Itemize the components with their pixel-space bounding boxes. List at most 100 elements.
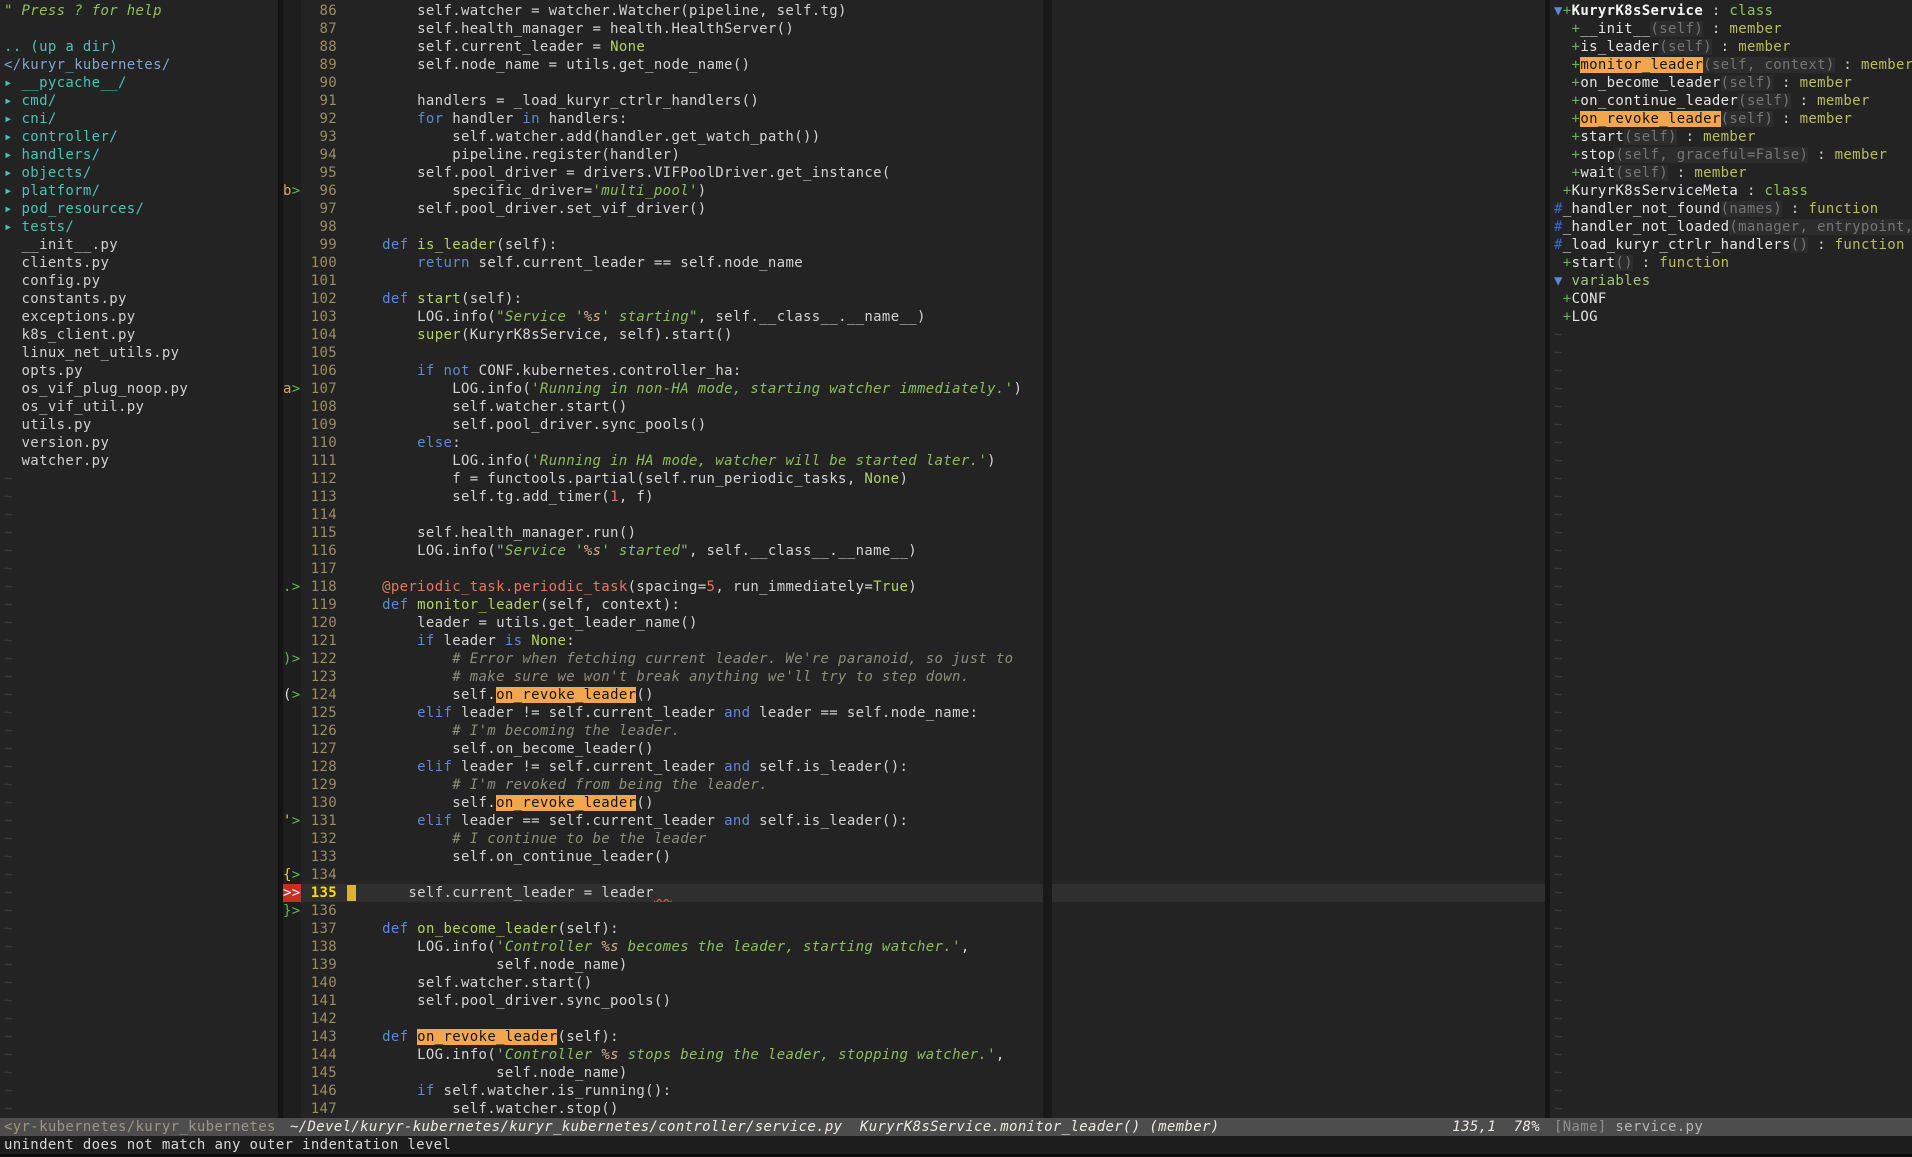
code-line[interactable]: 87 self.health_manager = health.HealthSe…	[283, 20, 1545, 38]
tag-item[interactable]: +on_continue_leader(self) : member	[1554, 92, 1912, 110]
tag-item[interactable]: #_handler_not_loaded(manager, entrypoint…	[1554, 218, 1912, 236]
code-line[interactable]: 146 if self.watcher.is_running():	[283, 1082, 1545, 1100]
code-line[interactable]: 141 self.pool_driver.sync_pools()	[283, 992, 1545, 1010]
code-line[interactable]: 111 LOG.info('Running in HA mode, watche…	[283, 452, 1545, 470]
code-line[interactable]: 123 # make sure we won't break anything …	[283, 668, 1545, 686]
code-line[interactable]: 114	[283, 506, 1545, 524]
code-line[interactable]: a>107 LOG.info('Running in non-HA mode, …	[283, 380, 1545, 398]
tag-item[interactable]: +wait(self) : member	[1554, 164, 1912, 182]
code-line[interactable]: 98	[283, 218, 1545, 236]
code-line[interactable]: 106 if not CONF.kubernetes.controller_ha…	[283, 362, 1545, 380]
code-line[interactable]: 101	[283, 272, 1545, 290]
code-line[interactable]: 102 def start(self):	[283, 290, 1545, 308]
tag-item[interactable]: +on_become_leader(self) : member	[1554, 74, 1912, 92]
tag-item[interactable]: #_load_kuryr_ctrlr_handlers() : function	[1554, 236, 1912, 254]
code-line[interactable]: 116 LOG.info("Service '%s' started", sel…	[283, 542, 1545, 560]
code-line[interactable]: 140 self.watcher.start()	[283, 974, 1545, 992]
tagbar-panel[interactable]: ▼+KuryrK8sService : class +__init__(self…	[1550, 0, 1912, 1118]
code-line[interactable]: 93 self.watcher.add(handler.get_watch_pa…	[283, 128, 1545, 146]
code-line[interactable]: 108 self.watcher.start()	[283, 398, 1545, 416]
tree-item[interactable]: ▸ __pycache__/	[4, 74, 274, 92]
tree-item[interactable]: ▸ tests/	[4, 218, 274, 236]
code-line[interactable]: 112 f = functools.partial(self.run_perio…	[283, 470, 1545, 488]
tree-item[interactable]: ▸ pod_resources/	[4, 200, 274, 218]
code-line[interactable]: 139 self.node_name)	[283, 956, 1545, 974]
tag-item[interactable]: +CONF	[1554, 290, 1912, 308]
tag-item[interactable]: +start(self) : member	[1554, 128, 1912, 146]
tree-item[interactable]: ▸ objects/	[4, 164, 274, 182]
tree-item[interactable]: constants.py	[4, 290, 274, 308]
tree-item[interactable]: os_vif_plug_noop.py	[4, 380, 274, 398]
code-window[interactable]: 86 self.watcher = watcher.Watcher(pipeli…	[283, 0, 1545, 1118]
code-line[interactable]: {>134	[283, 866, 1545, 884]
tag-item[interactable]: +KuryrK8sServiceMeta : class	[1554, 182, 1912, 200]
code-line[interactable]: 144 LOG.info('Controller %s stops being …	[283, 1046, 1545, 1064]
tree-item[interactable]: linux_net_utils.py	[4, 344, 274, 362]
code-line[interactable]: 119 def monitor_leader(self, context):	[283, 596, 1545, 614]
code-line[interactable]: 92 for handler in handlers:	[283, 110, 1545, 128]
tag-item[interactable]: +LOG	[1554, 308, 1912, 326]
tree-item[interactable]: ▸ controller/	[4, 128, 274, 146]
code-line[interactable]: 90	[283, 74, 1545, 92]
code-line[interactable]: 121 if leader is None:	[283, 632, 1545, 650]
code-line[interactable]: 128 elif leader != self.current_leader a…	[283, 758, 1545, 776]
code-line[interactable]: 125 elif leader != self.current_leader a…	[283, 704, 1545, 722]
code-line[interactable]: 129 # I'm revoked from being the leader.	[283, 776, 1545, 794]
code-line[interactable]: 138 LOG.info('Controller %s becomes the …	[283, 938, 1545, 956]
code-line[interactable]: 127 self.on_become_leader()	[283, 740, 1545, 758]
tree-item[interactable]: k8s_client.py	[4, 326, 274, 344]
tree-item[interactable]: " Press ? for help	[4, 2, 274, 20]
tree-item[interactable]: ▸ cni/	[4, 110, 274, 128]
code-line[interactable]: 91 handlers = _load_kuryr_ctrlr_handlers…	[283, 92, 1545, 110]
code-line[interactable]: (>124 self.on_revoke_leader()	[283, 686, 1545, 704]
code-line[interactable]: 88 self.current_leader = None	[283, 38, 1545, 56]
tag-item[interactable]: +monitor_leader(self, context) : member	[1554, 56, 1912, 74]
tree-item[interactable]: ▸ cmd/	[4, 92, 274, 110]
tag-item[interactable]: ▼ variables	[1554, 272, 1912, 290]
tree-item[interactable]: exceptions.py	[4, 308, 274, 326]
tree-item[interactable]: </kuryr_kubernetes/	[4, 56, 274, 74]
tag-item[interactable]: +start() : function	[1554, 254, 1912, 272]
code-line[interactable]: 89 self.node_name = utils.get_node_name(…	[283, 56, 1545, 74]
code-line[interactable]: '>131 elif leader == self.current_leader…	[283, 812, 1545, 830]
tree-item[interactable]: version.py	[4, 434, 274, 452]
code-line[interactable]: 94 pipeline.register(handler)	[283, 146, 1545, 164]
code-line[interactable]: 143 def on_revoke_leader(self):	[283, 1028, 1545, 1046]
tag-item[interactable]: +stop(self, graceful=False) : member	[1554, 146, 1912, 164]
tag-item[interactable]: +on_revoke_leader(self) : member	[1554, 110, 1912, 128]
code-line[interactable]: }>136	[283, 902, 1545, 920]
code-line[interactable]: 105	[283, 344, 1545, 362]
code-line[interactable]: 120 leader = utils.get_leader_name()	[283, 614, 1545, 632]
tree-item[interactable]: watcher.py	[4, 452, 274, 470]
tag-item[interactable]: #_handler_not_found(names) : function	[1554, 200, 1912, 218]
code-line[interactable]: 86 self.watcher = watcher.Watcher(pipeli…	[283, 2, 1545, 20]
code-line[interactable]: 117	[283, 560, 1545, 578]
tree-item[interactable]: ▸ handlers/	[4, 146, 274, 164]
code-line[interactable]: 109 self.pool_driver.sync_pools()	[283, 416, 1545, 434]
tag-item[interactable]: +__init__(self) : member	[1554, 20, 1912, 38]
tree-item[interactable]: ▸ platform/	[4, 182, 274, 200]
code-line[interactable]: 103 LOG.info("Service '%s' starting", se…	[283, 308, 1545, 326]
tree-item[interactable]: utils.py	[4, 416, 274, 434]
code-line[interactable]: 147 self.watcher.stop()	[283, 1100, 1545, 1118]
nerdtree-panel[interactable]: " Press ? for help.. (up a dir)</kuryr_k…	[0, 0, 278, 1118]
tree-item[interactable]: opts.py	[4, 362, 274, 380]
code-line[interactable]: 142	[283, 1010, 1545, 1028]
code-line[interactable]: 95 self.pool_driver = drivers.VIFPoolDri…	[283, 164, 1545, 182]
tag-item[interactable]: +is_leader(self) : member	[1554, 38, 1912, 56]
code-line[interactable]: .>118 @periodic_task.periodic_task(spaci…	[283, 578, 1545, 596]
code-line[interactable]: )>122 # Error when fetching current lead…	[283, 650, 1545, 668]
code-line[interactable]: 133 self.on_continue_leader()	[283, 848, 1545, 866]
tag-item[interactable]: ▼+KuryrK8sService : class	[1554, 2, 1912, 20]
code-line[interactable]: 97 self.pool_driver.set_vif_driver()	[283, 200, 1545, 218]
code-line[interactable]: 137 def on_become_leader(self):	[283, 920, 1545, 938]
code-line[interactable]: 99 def is_leader(self):	[283, 236, 1545, 254]
tree-item[interactable]: config.py	[4, 272, 274, 290]
code-line[interactable]: >>135 self.current_leader = leader	[283, 884, 1545, 902]
code-line[interactable]: b>96 specific_driver='multi_pool')	[283, 182, 1545, 200]
tree-item[interactable]: clients.py	[4, 254, 274, 272]
code-line[interactable]: 115 self.health_manager.run()	[283, 524, 1545, 542]
tree-item[interactable]: os_vif_util.py	[4, 398, 274, 416]
code-line[interactable]: 110 else:	[283, 434, 1545, 452]
code-line[interactable]: 132 # I continue to be the leader	[283, 830, 1545, 848]
